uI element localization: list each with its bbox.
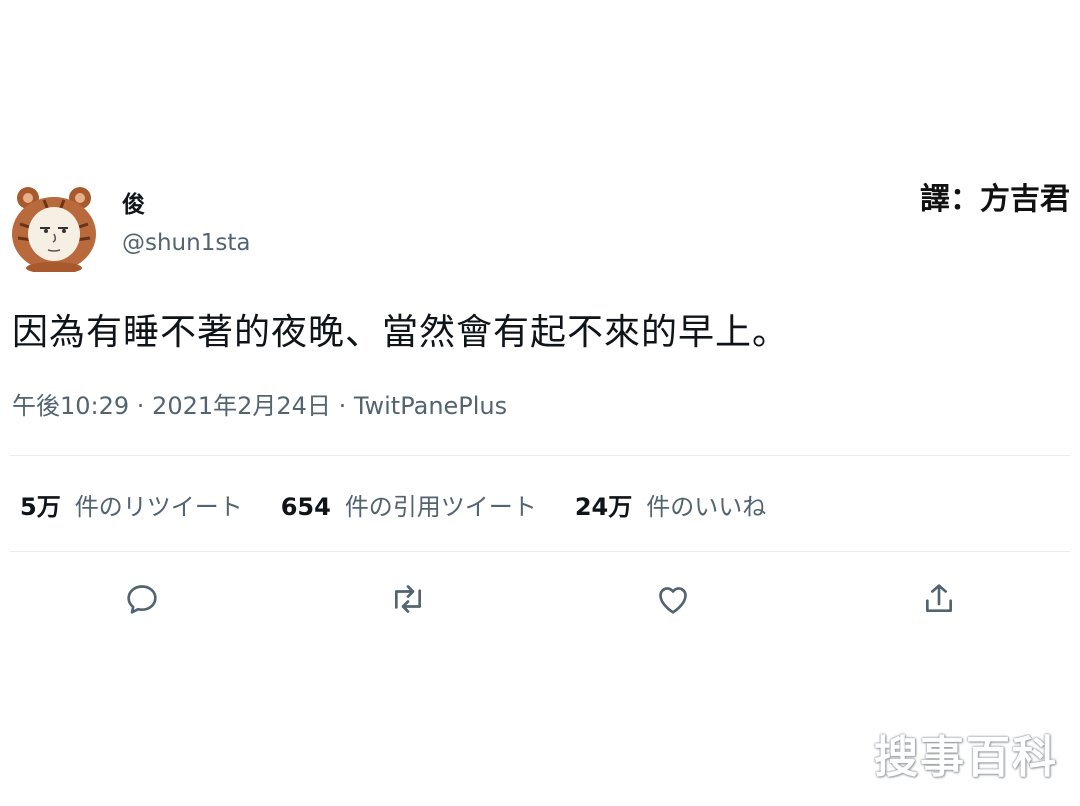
stat-count: 5万 bbox=[20, 492, 61, 521]
stat-retweets[interactable]: 5万 件のリツイート bbox=[20, 487, 243, 522]
stat-quote-tweets[interactable]: 654 件の引用ツイート bbox=[281, 487, 537, 522]
stat-count: 24万 bbox=[574, 492, 633, 521]
retweet-icon bbox=[395, 585, 421, 613]
avatar[interactable] bbox=[10, 184, 98, 274]
user-handle[interactable]: @shun1sta bbox=[122, 228, 250, 258]
stat-label: 件のいいね bbox=[646, 492, 767, 521]
stat-likes[interactable]: 24万 件のいいね bbox=[575, 487, 766, 522]
stat-count: 654 bbox=[280, 492, 331, 521]
share-icon bbox=[926, 584, 952, 612]
display-name[interactable]: 俊 bbox=[122, 190, 145, 220]
site-watermark: 搜事百科 bbox=[874, 732, 1058, 783]
tweet-timestamp[interactable]: 午後10:29 · 2021年2月24日 · TwitPanePlus bbox=[12, 390, 507, 422]
reply-button[interactable] bbox=[120, 577, 164, 621]
stat-label: 件のリツイート bbox=[74, 492, 243, 521]
reply-icon bbox=[127, 585, 157, 614]
retweet-button[interactable] bbox=[386, 577, 430, 621]
action-bar bbox=[0, 577, 1080, 621]
share-button[interactable] bbox=[917, 577, 961, 621]
like-icon bbox=[659, 587, 687, 614]
stat-label: 件の引用ツイート bbox=[344, 492, 537, 521]
translator-credit: 譯：方吉君 bbox=[920, 182, 1070, 217]
divider-top bbox=[10, 455, 1070, 456]
divider-bottom bbox=[10, 551, 1070, 552]
tweet-text: 因為有睡不著的夜晚、當然會有起不來的早上。 bbox=[12, 312, 790, 353]
tweet-stats: 5万 件のリツイート 654 件の引用ツイート 24万 件のいいね bbox=[20, 484, 804, 524]
like-button[interactable] bbox=[651, 577, 695, 621]
avatar-image bbox=[10, 184, 98, 274]
